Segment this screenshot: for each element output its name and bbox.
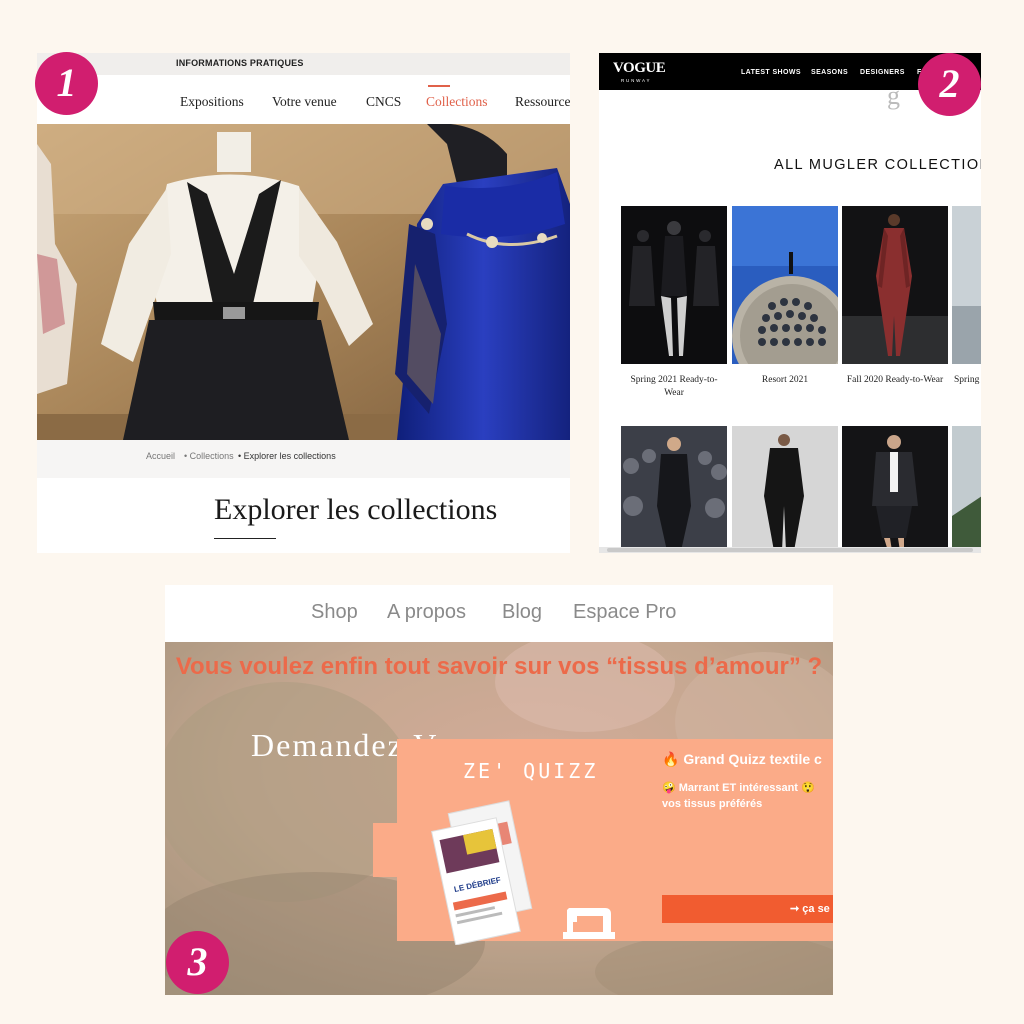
quiz-title: ZE' QUIZZ xyxy=(463,759,599,783)
sewing-machine-icon xyxy=(563,908,615,939)
badge-3: 3 xyxy=(166,931,229,994)
header-glyph-fragment: g xyxy=(887,81,900,110)
nav-designers[interactable]: DESIGNERS xyxy=(860,69,905,76)
breadcrumb: Accueil • Collections • Explorer les col… xyxy=(37,440,570,478)
nav-expositions[interactable]: Expositions xyxy=(180,94,244,110)
quiz-booklet-image: LE DÉBRIEF xyxy=(431,800,533,945)
nav-cncs[interactable]: CNCS xyxy=(366,94,401,110)
collection-thumb[interactable] xyxy=(621,206,727,364)
badge-1: 1 xyxy=(35,52,98,115)
nav-latest-shows[interactable]: LATEST SHOWS xyxy=(741,69,801,76)
panel-vogue-runway: VOGUE RUNWAY LATEST SHOWS SEASONS DESIGN… xyxy=(599,53,981,553)
nav-a-propos[interactable]: A propos xyxy=(387,601,466,624)
scrollbar-thumb[interactable] xyxy=(607,548,973,552)
panel-museum-site: INFORMATIONS PRATIQUES Expositions Votre… xyxy=(37,53,570,553)
badge-number: 1 xyxy=(56,60,77,105)
collection-caption[interactable]: Spring xyxy=(952,374,981,387)
quiz-card-tab xyxy=(373,823,399,877)
nav-blog[interactable]: Blog xyxy=(502,601,542,624)
nav-votre-venue[interactable]: Votre venue xyxy=(272,94,337,110)
collection-thumb[interactable] xyxy=(952,426,981,551)
title-underline xyxy=(214,538,276,539)
nav-shop[interactable]: Shop xyxy=(311,601,358,624)
collection-thumb[interactable] xyxy=(732,206,838,364)
vogue-logo[interactable]: VOGUE xyxy=(613,60,666,77)
nav-ressources[interactable]: Ressources xyxy=(515,94,570,110)
badge-number: 3 xyxy=(187,939,208,984)
badge-2: 2 xyxy=(918,53,981,116)
collection-thumb[interactable] xyxy=(952,206,981,364)
main-nav: Shop A propos Blog Espace Pro xyxy=(165,585,833,642)
hero-image xyxy=(37,124,570,440)
page-title: Explorer les collections xyxy=(214,493,498,526)
nav-seasons[interactable]: SEASONS xyxy=(811,69,848,76)
nav-collections[interactable]: Collections xyxy=(426,85,488,110)
quiz-cta-label: ➞ ça se xyxy=(790,903,830,915)
badge-number: 2 xyxy=(939,61,960,106)
panel-textile-site: Shop A propos Blog Espace Pro Vous voule… xyxy=(165,585,833,995)
breadcrumb-accueil[interactable]: Accueil xyxy=(146,451,175,461)
collection-thumb[interactable] xyxy=(842,426,948,551)
collection-thumb[interactable] xyxy=(621,426,727,551)
collection-thumb[interactable] xyxy=(732,426,838,551)
collection-caption[interactable]: Fall 2020 Ready-to-Wear xyxy=(842,374,948,387)
headline: Vous voulez enfin tout savoir sur vos “t… xyxy=(175,653,823,680)
collection-caption[interactable]: Resort 2021 xyxy=(732,374,838,387)
quiz-cta-button[interactable]: ➞ ça se xyxy=(662,895,833,923)
info-bar: INFORMATIONS PRATIQUES xyxy=(37,53,570,75)
main-nav: Expositions Votre venue CNCS Collections… xyxy=(37,75,570,124)
breadcrumb-collections[interactable]: • Collections xyxy=(184,451,234,461)
section-title: ALL MUGLER COLLECTIONS xyxy=(774,157,981,173)
quiz-heading: 🔥 Grand Quizz textile c xyxy=(662,751,822,767)
nav-espace-pro[interactable]: Espace Pro xyxy=(573,601,676,624)
info-bar-link[interactable]: INFORMATIONS PRATIQUES xyxy=(176,58,304,68)
quiz-text-2: vos tissus préférés xyxy=(662,798,763,810)
breadcrumb-current: • Explorer les collections xyxy=(238,451,336,461)
collection-caption[interactable]: Spring 2021 Ready-to-Wear xyxy=(621,374,727,400)
vogue-logo-sub: RUNWAY xyxy=(621,78,652,83)
collection-thumb[interactable] xyxy=(842,206,948,364)
quiz-text-1: 🤪 Marrant ET intéressant 😲 xyxy=(662,782,815,794)
